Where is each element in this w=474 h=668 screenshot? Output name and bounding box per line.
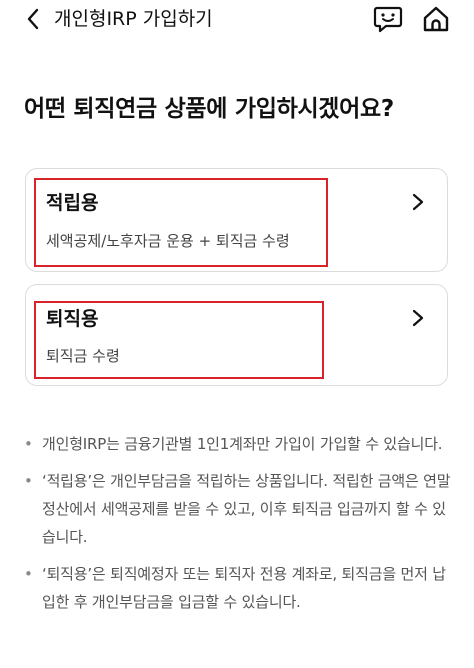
page-title: 개인형IRP 가입하기 [54, 8, 213, 30]
option-card-retirement[interactable]: 퇴직용 퇴직금 수령 [25, 284, 448, 386]
bullet-dot-icon: • [24, 472, 33, 490]
notice-item: • ‘적립용’은 개인부담금을 적립하는 상품입니다. 적립한 금액은 연말정산… [24, 467, 454, 551]
question-heading: 어떤 퇴직연금 상품에 가입하시겠어요? [24, 96, 394, 122]
notice-text: 개인형IRP는 금융기관별 1인1계좌만 가입이 가입할 수 있습니다. [42, 435, 443, 453]
option-card-savings[interactable]: 적립용 세액공제/노후자금 운용 + 퇴직금 수령 [25, 168, 448, 272]
option-title: 적립용 [46, 192, 99, 214]
option-subtitle: 세액공제/노후자금 운용 + 퇴직금 수령 [46, 232, 290, 250]
home-button[interactable] [420, 4, 452, 34]
option-title: 퇴직용 [46, 308, 99, 330]
back-button[interactable] [18, 4, 48, 34]
chevron-right-icon [412, 309, 424, 327]
notice-list: • 개인형IRP는 금융기관별 1인1계좌만 가입이 가입할 수 있습니다. •… [24, 430, 454, 625]
chat-button[interactable] [372, 4, 404, 34]
home-icon [423, 6, 449, 32]
chevron-right-icon [412, 193, 424, 211]
bullet-dot-icon: • [24, 435, 33, 453]
chat-smile-icon [373, 6, 403, 33]
notice-item: • ‘퇴직용’은 퇴직예정자 또는 퇴직자 전용 계좌로, 퇴직금을 먼저 납입… [24, 560, 454, 616]
chevron-left-icon [27, 8, 39, 30]
notice-item: • 개인형IRP는 금융기관별 1인1계좌만 가입이 가입할 수 있습니다. [24, 430, 454, 458]
notice-text: ‘퇴직용’은 퇴직예정자 또는 퇴직자 전용 계좌로, 퇴직금을 먼저 납입한 … [42, 565, 446, 611]
option-subtitle: 퇴직금 수령 [46, 347, 120, 365]
top-app-bar: 개인형IRP 가입하기 [0, 0, 474, 42]
notice-text: ‘적립용’은 개인부담금을 적립하는 상품입니다. 적립한 금액은 연말정산에서… [42, 472, 451, 546]
bullet-dot-icon: • [24, 565, 33, 583]
